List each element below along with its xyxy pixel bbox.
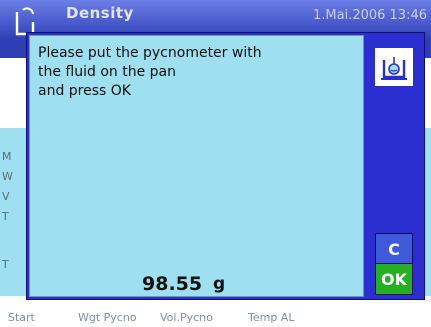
- message-line: and press OK: [38, 83, 131, 99]
- ok-button[interactable]: OK: [375, 263, 413, 295]
- background-label: T: [2, 210, 9, 223]
- dialog-body: Please put the pycnometer with the fluid…: [29, 35, 364, 297]
- softkey-wgt-pycno[interactable]: Wgt Pycno: [78, 311, 137, 324]
- pycnometer-on-pan-icon: [374, 47, 414, 87]
- softkey-vol-pycno[interactable]: Vol.Pycno: [160, 311, 213, 324]
- instruction-dialog: Please put the pycnometer with the fluid…: [26, 32, 425, 300]
- background-label: V: [2, 190, 10, 203]
- dialog-message: Please put the pycnometer with the fluid…: [38, 44, 338, 101]
- pycnometer-glyph: [381, 57, 407, 80]
- softkey-start[interactable]: Start: [8, 311, 35, 324]
- background-label: T: [2, 258, 9, 271]
- weight-value: 98.55: [142, 273, 203, 295]
- cancel-button[interactable]: C: [375, 233, 413, 265]
- app-title: Density: [66, 4, 134, 22]
- message-line: Please put the pycnometer with: [38, 45, 262, 61]
- background-label: W: [2, 170, 13, 183]
- message-line: the fluid on the pan: [38, 64, 176, 80]
- balance-screen: Density 1.Mai.2006 13:46 M W V T T Start…: [0, 0, 431, 327]
- weight-unit: g: [213, 274, 226, 294]
- softkey-temp-al[interactable]: Temp AL: [248, 311, 294, 324]
- background-label: M: [2, 150, 12, 163]
- softkey-bar: Start Wgt Pycno Vol.Pycno Temp AL: [0, 297, 431, 327]
- app-datetime: 1.Mai.2006 13:46: [312, 8, 427, 23]
